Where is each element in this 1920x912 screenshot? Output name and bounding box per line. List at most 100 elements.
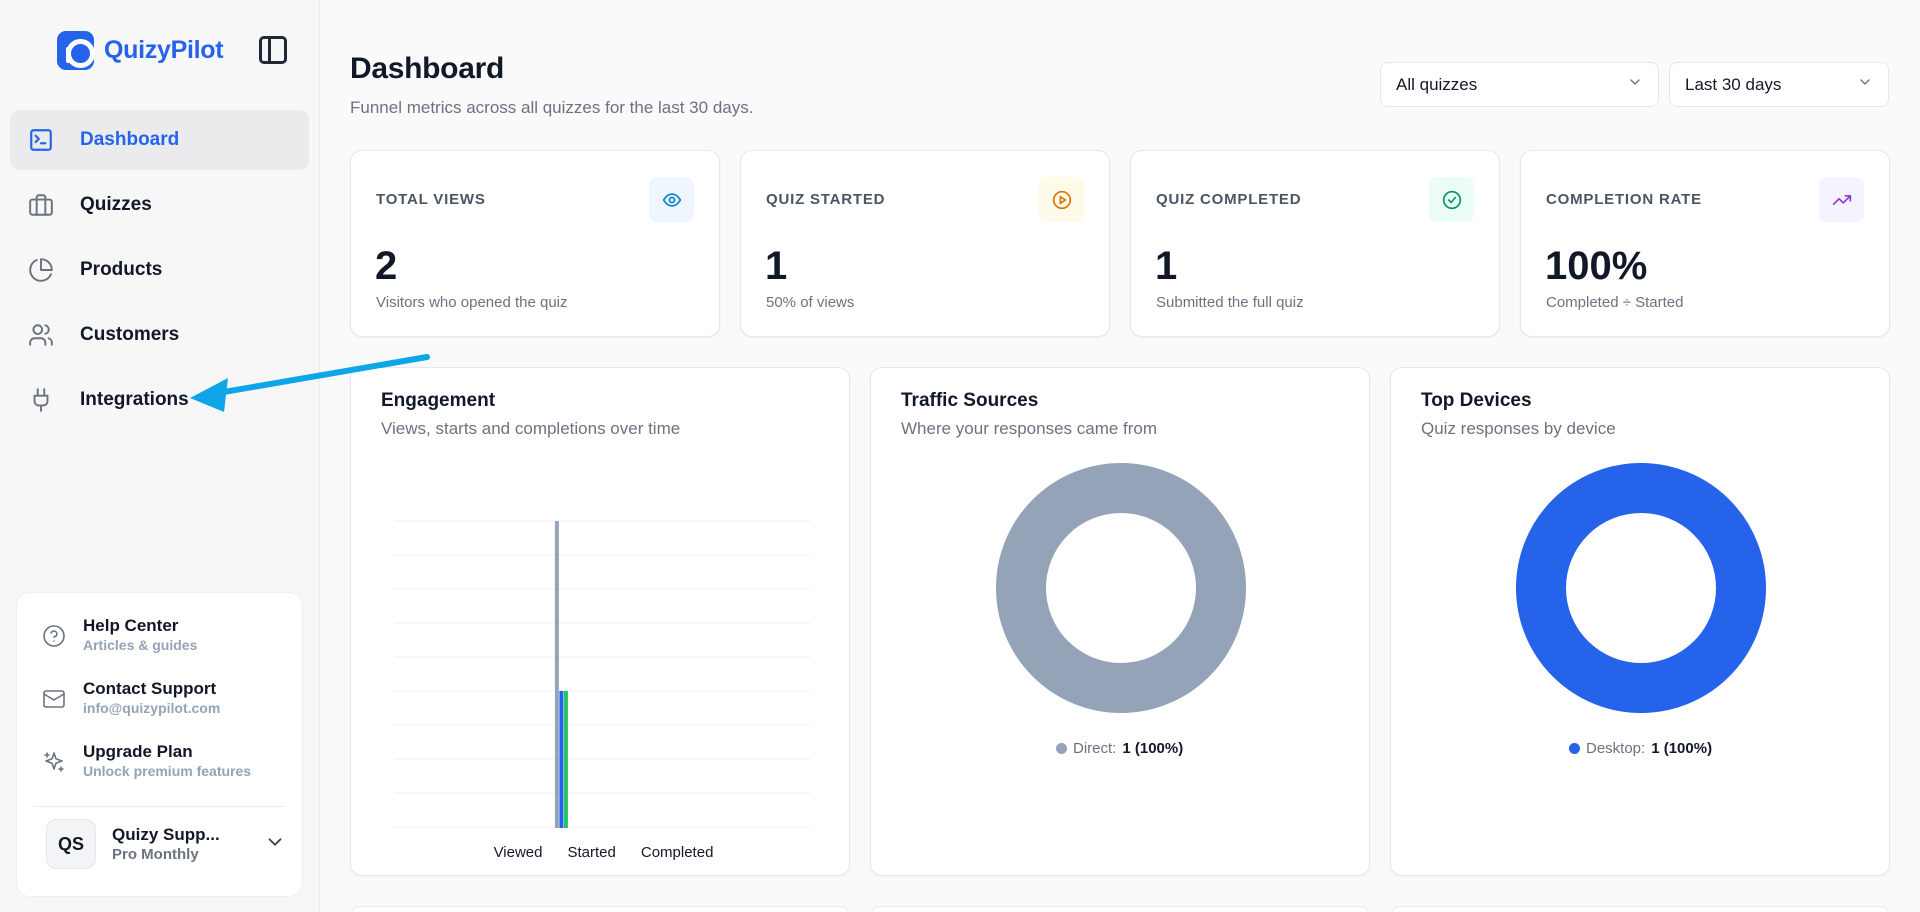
legend-label: Direct: [1073,740,1117,757]
donut-slice-desktop[interactable] [1516,463,1766,713]
eye-icon [649,177,694,222]
user-menu[interactable]: QS Quizy Supp... Pro Monthly [46,819,286,869]
help-circle-icon [41,623,67,649]
chart-legend: Viewed Started Completed [351,844,849,861]
contact-support-link[interactable]: Contact Support info@quizypilot.com [41,678,220,717]
sparkles-icon [41,749,67,775]
legend-swatch [1056,743,1067,754]
legend-label: Desktop: [1586,740,1646,757]
engagement-panel: Engagement Views, starts and completions… [350,367,850,876]
stat-card-total-views: TOTAL VIEWS 2 Visitors who opened the qu… [350,150,720,337]
terminal-square-icon [26,125,56,155]
trending-up-icon [1819,177,1864,222]
logo-icon [57,31,95,70]
stat-label: QUIZ COMPLETED [1156,191,1302,208]
quiz-filter-select[interactable]: All quizzes [1380,62,1659,107]
stat-card-completion-rate: COMPLETION RATE 100% Completed ÷ Started [1520,150,1890,337]
sidebar-item-label: Dashboard [80,129,180,150]
quiz-filter-value: All quizzes [1396,74,1478,94]
stat-value: 1 [1155,244,1178,288]
app-logo[interactable]: QuizyPilot [57,31,224,70]
sidebar-toggle-button[interactable] [259,36,287,64]
panel-title: Top Devices [1421,390,1532,411]
check-circle-icon [1429,177,1474,222]
traffic-legend: Direct: 1 (100%) [1056,740,1183,757]
donut-slice-direct[interactable] [996,463,1246,713]
app-name: QuizyPilot [104,36,224,64]
bottom-card [1390,906,1890,912]
bar-viewed[interactable] [554,521,559,828]
page-subtitle: Funnel metrics across all quizzes for th… [350,98,754,117]
bar-completed[interactable] [563,691,568,828]
stat-value: 100% [1545,244,1648,288]
panel-subtitle: Quiz responses by device [1421,419,1616,438]
plug-icon [26,385,56,415]
play-circle-icon [1039,177,1084,222]
legend-label: Completed [640,844,714,861]
briefcase-icon [26,190,56,220]
date-range-value: Last 30 days [1685,74,1782,94]
bottom-card [350,906,850,912]
legend-value: 1 (100%) [1651,740,1713,757]
stat-subtitle: 50% of views [766,294,855,311]
help-item-subtitle: info@quizypilot.com [83,700,221,716]
traffic-donut-chart [996,463,1246,713]
user-name: Quizy Supp... [112,825,220,844]
sidebar-item-quizzes[interactable]: Quizzes [10,175,309,235]
chevron-down-icon [1627,74,1643,95]
stat-label: TOTAL VIEWS [376,191,486,208]
stat-subtitle: Submitted the full quiz [1156,294,1304,311]
date-range-select[interactable]: Last 30 days [1669,62,1889,107]
help-center-link[interactable]: Help Center Articles & guides [41,615,197,654]
sidebar: QuizyPilot Dashboard Quizzes Products Cu… [0,0,320,912]
stat-value: 1 [765,244,788,288]
bar-started[interactable] [559,691,564,828]
panel-title: Engagement [381,390,496,411]
traffic-sources-panel: Traffic Sources Where your responses cam… [870,367,1370,876]
main-content: Dashboard Funnel metrics across all quiz… [320,0,1920,912]
upgrade-plan-link[interactable]: Upgrade Plan Unlock premium features [41,741,251,780]
page-title: Dashboard [350,52,504,85]
devices-legend: Desktop: 1 (100%) [1569,740,1712,757]
legend-label: Viewed [493,844,543,861]
stat-subtitle: Visitors who opened the quiz [376,294,568,311]
help-item-title: Upgrade Plan [83,742,193,761]
legend-swatch [1569,743,1580,754]
help-item-title: Contact Support [83,679,217,698]
stat-value: 2 [375,244,398,288]
sidebar-item-products[interactable]: Products [10,240,309,300]
sidebar-item-dashboard[interactable]: Dashboard [10,110,309,170]
stat-label: QUIZ STARTED [766,191,886,208]
users-icon [26,320,56,350]
stat-label: COMPLETION RATE [1546,191,1702,208]
top-devices-panel: Top Devices Quiz responses by device Des… [1390,367,1890,876]
sidebar-item-label: Products [80,259,163,280]
panel-subtitle: Where your responses came from [901,419,1158,438]
user-plan: Pro Monthly [112,846,199,863]
stat-subtitle: Completed ÷ Started [1546,294,1684,311]
stat-card-quiz-completed: QUIZ COMPLETED 1 Submitted the full quiz [1130,150,1500,337]
help-card: Help Center Articles & guides Contact Su… [16,592,303,897]
help-item-subtitle: Articles & guides [83,637,198,653]
mail-icon [41,686,67,712]
help-item-subtitle: Unlock premium features [83,763,252,779]
legend-item-completed[interactable]: Completed [634,844,714,861]
sidebar-item-integrations[interactable]: Integrations [10,370,309,430]
sidebar-item-customers[interactable]: Customers [10,305,309,365]
bottom-card [870,906,1370,912]
chevron-down-icon [264,831,286,858]
pie-chart-icon [26,255,56,285]
help-item-title: Help Center [83,616,179,635]
panel-title: Traffic Sources [901,390,1039,411]
legend-item-viewed[interactable]: Viewed [487,844,543,861]
sidebar-nav: Dashboard Quizzes Products Customers Int… [10,110,309,435]
legend-label: Started [567,844,616,861]
divider [33,806,286,807]
chevron-down-icon [1857,74,1873,95]
devices-donut-chart [1516,463,1766,713]
sidebar-item-label: Quizzes [80,194,152,215]
legend-item-started[interactable]: Started [561,844,616,861]
avatar: QS [46,819,96,869]
stat-card-quiz-started: QUIZ STARTED 1 50% of views [740,150,1110,337]
sidebar-item-label: Customers [80,324,180,345]
